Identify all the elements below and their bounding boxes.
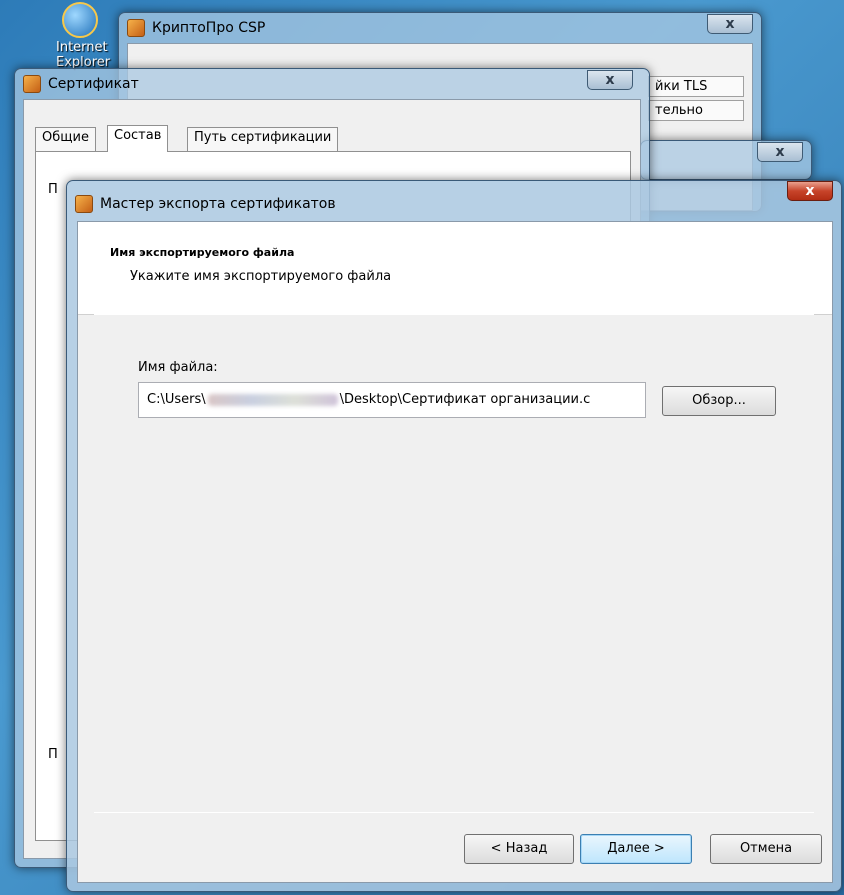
cancel-button[interactable]: Отмена xyxy=(710,834,822,864)
csp-window-title: КриптоПро CSP xyxy=(152,20,266,36)
partial-label-top: П xyxy=(48,182,58,197)
next-button[interactable]: Далее > xyxy=(580,834,692,864)
certificate-window-title: Сертификат xyxy=(48,76,139,92)
tab-certification-path[interactable]: Путь сертификации xyxy=(187,127,339,151)
wizard-body: Имя экспортируемого файла Укажите имя эк… xyxy=(77,221,833,883)
cryptopro-app-icon xyxy=(127,19,145,37)
csp-titlebar[interactable]: КриптоПро CSP xyxy=(127,13,753,43)
wizard-close-button[interactable]: x xyxy=(787,181,833,201)
internet-explorer-desktop-icon[interactable]: Internet Explorer xyxy=(56,2,122,70)
certificate-close-button[interactable]: x xyxy=(587,70,633,90)
wizard-header: Имя экспортируемого файла Укажите имя эк… xyxy=(78,222,832,315)
tab-composition[interactable]: Состав xyxy=(107,125,169,152)
certificate-titlebar[interactable]: Сертификат xyxy=(23,69,641,99)
file-path-start: C:\Users\ xyxy=(147,392,206,407)
tab-general[interactable]: Общие xyxy=(35,127,96,151)
file-path-end: \Desktop\Сертификат организации.с xyxy=(339,392,591,407)
wizard-window-title: Мастер экспорта сертификатов xyxy=(100,196,336,212)
back-button[interactable]: < Назад xyxy=(464,834,574,864)
header-divider xyxy=(94,314,814,315)
wizard-titlebar[interactable]: Мастер экспорта сертификатов xyxy=(75,189,833,219)
export-wizard-window: Мастер экспорта сертификатов x Имя экспо… xyxy=(66,180,842,892)
wizard-header-subtitle: Укажите имя экспортируемого файла xyxy=(130,269,392,284)
file-name-input[interactable]: C:\Users\ \Desktop\Сертификат организации… xyxy=(138,382,646,418)
csp-close-button[interactable]: x xyxy=(707,14,753,34)
desktop-icon-label: Internet Explorer xyxy=(56,40,111,70)
footer-divider xyxy=(94,812,814,813)
redacted-username xyxy=(207,393,338,406)
partial-label-bottom: П xyxy=(48,747,58,762)
wizard-header-title: Имя экспортируемого файла xyxy=(110,246,295,259)
background-window-close-button[interactable]: x xyxy=(757,142,803,162)
browse-button[interactable]: Обзор... xyxy=(662,386,776,416)
wizard-app-icon xyxy=(75,195,93,213)
csp-tab-additional[interactable]: тельно xyxy=(648,100,744,121)
csp-tab-tls[interactable]: йки TLS xyxy=(648,76,744,97)
file-name-label: Имя файла: xyxy=(138,360,218,375)
background-window: x xyxy=(640,140,812,180)
certificate-app-icon xyxy=(23,75,41,93)
internet-explorer-icon xyxy=(62,2,98,38)
